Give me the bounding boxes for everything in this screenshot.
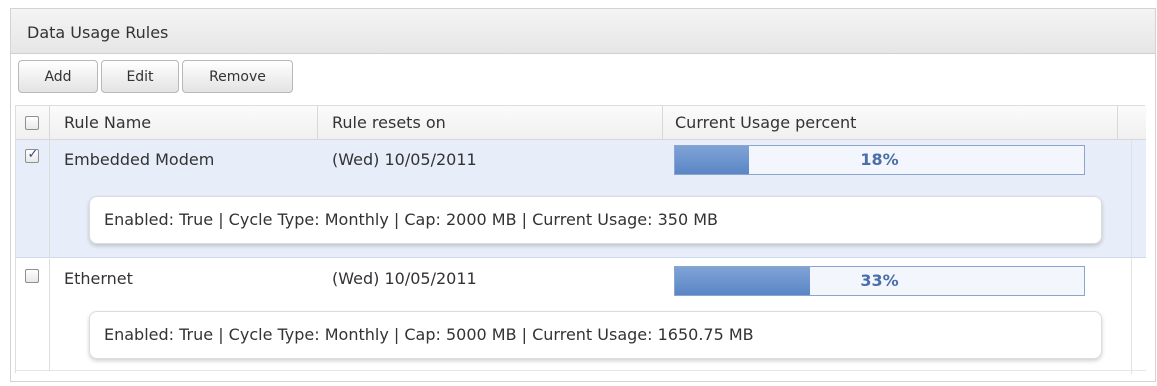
toolbar: Add Edit Remove (18, 60, 296, 93)
column-divider (317, 106, 318, 140)
rule-name: Embedded Modem (64, 150, 215, 169)
table-row[interactable]: ✓ Embedded Modem (Wed) 10/05/2011 18% En… (16, 140, 1146, 258)
rule-name: Ethernet (64, 269, 133, 288)
column-header-rule-name[interactable]: Rule Name (64, 106, 151, 140)
rules-table: Rule Name Rule resets on Current Usage p… (15, 105, 1146, 374)
column-header-resets-on[interactable]: Rule resets on (332, 106, 446, 140)
column-divider (1117, 106, 1118, 140)
column-divider (49, 106, 50, 140)
scroll-gutter-divider (1131, 140, 1132, 374)
usage-progress-bar: 33% (674, 266, 1085, 296)
rule-resets-on: (Wed) 10/05/2011 (332, 269, 477, 288)
select-all-checkbox[interactable] (25, 116, 39, 130)
rule-resets-on: (Wed) 10/05/2011 (332, 150, 477, 169)
column-divider (662, 106, 663, 140)
usage-percent-label: 18% (860, 150, 899, 169)
checkmark-icon: ✓ (27, 147, 39, 162)
rule-details: Enabled: True | Cycle Type: Monthly | Ca… (89, 196, 1102, 244)
edit-button[interactable]: Edit (101, 60, 179, 93)
panel-title: Data Usage Rules (11, 9, 1155, 54)
column-header-usage-percent[interactable]: Current Usage percent (675, 106, 856, 140)
row-checkbox[interactable]: ✓ (25, 147, 39, 163)
table-header: Rule Name Rule resets on Current Usage p… (16, 106, 1146, 140)
usage-progress-bar: 18% (674, 145, 1085, 175)
remove-button[interactable]: Remove (182, 60, 293, 93)
usage-percent-label: 33% (860, 271, 899, 290)
rule-details: Enabled: True | Cycle Type: Monthly | Ca… (89, 311, 1102, 359)
row-divider (49, 259, 50, 371)
add-button[interactable]: Add (18, 60, 98, 93)
row-divider (49, 140, 50, 258)
table-row[interactable]: Ethernet (Wed) 10/05/2011 33% Enabled: T… (16, 259, 1146, 371)
row-checkbox[interactable] (25, 269, 39, 283)
